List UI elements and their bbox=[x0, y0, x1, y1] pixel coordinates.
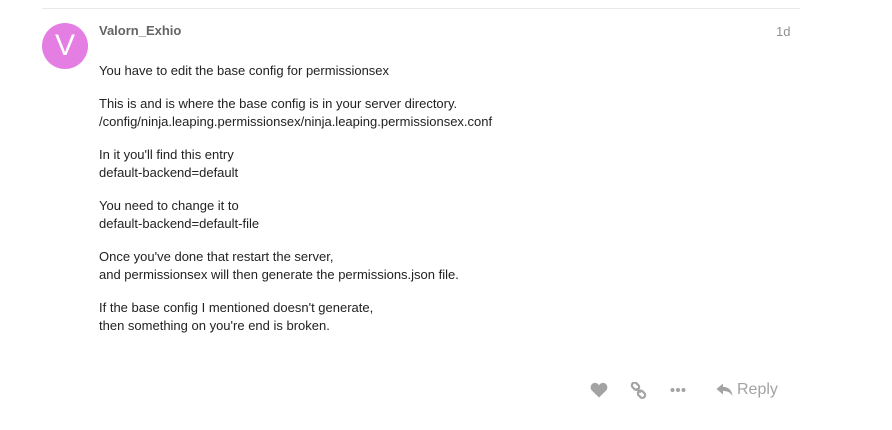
post-paragraph: You have to edit the base config for per… bbox=[99, 62, 789, 80]
heart-icon bbox=[590, 382, 608, 398]
more-actions-button[interactable] bbox=[670, 378, 686, 402]
ellipsis-icon bbox=[670, 388, 686, 392]
post-line: and permissionsex will then generate the… bbox=[99, 267, 459, 282]
post-divider bbox=[42, 8, 800, 9]
post-line: You have to edit the base config for per… bbox=[99, 63, 390, 78]
username-link[interactable]: Valorn_Exhio bbox=[99, 23, 181, 38]
post-paragraph: This is and is where the base config is … bbox=[99, 95, 789, 131]
post-line: default-backend=default-file bbox=[99, 216, 260, 231]
post-line: then something on you're end is broken. bbox=[99, 318, 330, 333]
post-line: default-backend=default bbox=[99, 165, 239, 180]
post-line: You need to change it to bbox=[99, 198, 239, 213]
post-line: Once you've done that restart the server… bbox=[99, 249, 334, 264]
post-line: This is and is where the base config is … bbox=[99, 96, 458, 111]
post-line: In it you'll find this entry bbox=[99, 147, 234, 162]
post-line: If the base config I mentioned doesn't g… bbox=[99, 300, 374, 315]
post-line: /config/ninja.leaping.permissionsex/ninj… bbox=[99, 114, 493, 129]
post-paragraph: In it you'll find this entry default-bac… bbox=[99, 146, 789, 182]
post-paragraph: Once you've done that restart the server… bbox=[99, 248, 789, 284]
reply-button[interactable]: Reply bbox=[716, 378, 778, 402]
avatar[interactable]: V bbox=[42, 23, 88, 69]
post-paragraph: You need to change it to default-backend… bbox=[99, 197, 789, 233]
like-button[interactable] bbox=[590, 378, 608, 402]
reply-label: Reply bbox=[737, 381, 778, 398]
post: V Valorn_Exhio 1d You have to edit the b… bbox=[0, 0, 892, 430]
link-icon bbox=[630, 381, 647, 399]
reply-arrow-icon bbox=[716, 383, 733, 396]
share-link-button[interactable] bbox=[630, 378, 647, 402]
post-date[interactable]: 1d bbox=[776, 24, 790, 39]
post-paragraph: If the base config I mentioned doesn't g… bbox=[99, 299, 789, 335]
post-body: You have to edit the base config for per… bbox=[99, 62, 789, 350]
